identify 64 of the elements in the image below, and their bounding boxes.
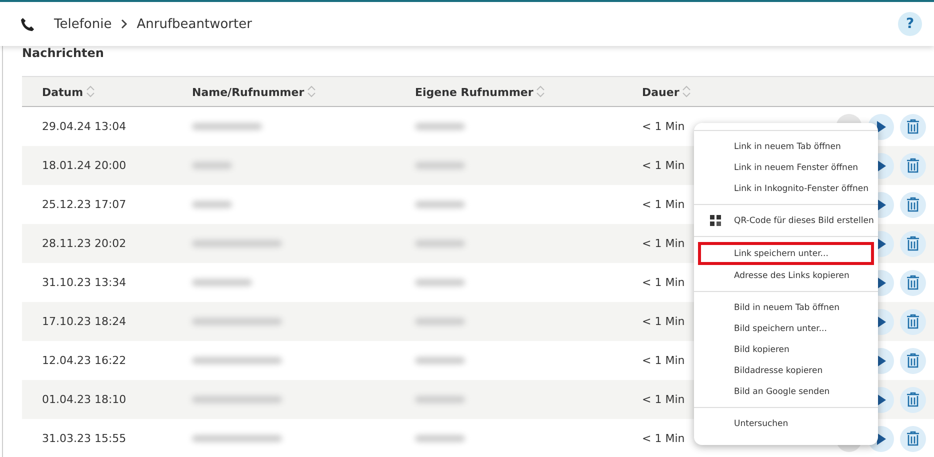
column-header[interactable]: Dauer bbox=[642, 84, 934, 98]
delete-button[interactable] bbox=[900, 230, 926, 256]
date-cell: 25.12.23 17:07 bbox=[42, 198, 126, 211]
trash-icon bbox=[907, 158, 919, 173]
menu-item[interactable]: Bild speichern unter... bbox=[698, 318, 874, 339]
delete-button[interactable] bbox=[900, 348, 926, 374]
date-cell: 31.10.23 13:34 bbox=[42, 276, 126, 289]
phone-icon bbox=[20, 16, 35, 32]
duration-cell: < 1 Min bbox=[642, 432, 685, 445]
sort-icon bbox=[307, 84, 316, 98]
trash-icon bbox=[907, 353, 919, 368]
menu-item[interactable]: Link speichern unter... bbox=[698, 242, 874, 265]
section-title: Nachrichten bbox=[22, 46, 105, 60]
delete-button[interactable] bbox=[900, 114, 926, 140]
column-header[interactable]: Eigene Rufnummer bbox=[415, 84, 642, 98]
duration-cell: < 1 Min bbox=[642, 237, 685, 250]
trash-icon bbox=[907, 275, 919, 290]
menu-item[interactable]: QR-Code für dieses Bild erstellen bbox=[698, 210, 874, 231]
delete-button[interactable] bbox=[900, 192, 926, 218]
delete-button[interactable] bbox=[900, 308, 926, 334]
menu-item[interactable]: Bild kopieren bbox=[698, 339, 874, 360]
trash-icon bbox=[907, 236, 919, 251]
menu-item[interactable]: Bild an Google senden bbox=[698, 381, 874, 402]
date-cell: 12.04.23 16:22 bbox=[42, 354, 126, 367]
column-header[interactable]: Name/Rufnummer bbox=[192, 84, 415, 98]
delete-button[interactable] bbox=[900, 386, 926, 412]
menu-item[interactable]: Bildadresse kopieren bbox=[698, 360, 874, 381]
sort-icon bbox=[682, 84, 692, 98]
column-header[interactable]: Datum bbox=[42, 84, 192, 98]
trash-icon bbox=[907, 392, 919, 407]
chevron-icon bbox=[120, 19, 128, 29]
duration-cell: < 1 Min bbox=[642, 198, 685, 211]
menu-item[interactable]: Link in neuem Fenster öffnen bbox=[698, 157, 874, 178]
menu-item[interactable]: Untersuchen bbox=[698, 413, 874, 434]
breadcrumb-item: Anrufbeantworter bbox=[136, 16, 252, 32]
menu-item[interactable]: Link in neuem Tab öffnen bbox=[698, 136, 874, 157]
date-cell: 01.04.23 18:10 bbox=[42, 393, 126, 406]
sort-icon bbox=[86, 84, 96, 98]
play-icon bbox=[876, 120, 886, 132]
date-cell: 29.04.24 13:04 bbox=[42, 120, 126, 133]
trash-icon bbox=[907, 314, 919, 329]
duration-cell: < 1 Min bbox=[642, 276, 685, 289]
date-cell: 17.10.23 18:24 bbox=[42, 315, 126, 328]
date-cell: 28.11.23 20:02 bbox=[42, 237, 126, 250]
breadcrumb-item[interactable]: Telefonie bbox=[54, 16, 112, 32]
menu-item[interactable]: Link in Inkognito-Fenster öffnen bbox=[698, 178, 874, 199]
trash-icon bbox=[907, 431, 919, 446]
delete-button[interactable] bbox=[900, 152, 926, 178]
delete-button[interactable] bbox=[900, 270, 926, 296]
menu-item[interactable]: Adresse des Links kopieren bbox=[698, 265, 874, 286]
help-button[interactable]: ? bbox=[898, 12, 922, 36]
menu-item[interactable]: Bild in neuem Tab öffnen bbox=[698, 297, 874, 318]
duration-cell: < 1 Min bbox=[642, 354, 685, 367]
sort-icon bbox=[536, 84, 546, 98]
date-cell: 18.01.24 20:00 bbox=[42, 159, 126, 172]
trash-icon bbox=[907, 197, 919, 212]
duration-cell: < 1 Min bbox=[642, 315, 685, 328]
delete-button[interactable] bbox=[900, 426, 926, 452]
duration-cell: < 1 Min bbox=[642, 159, 685, 172]
qr-code-icon bbox=[710, 215, 721, 226]
duration-cell: < 1 Min bbox=[642, 393, 685, 406]
trash-icon bbox=[907, 119, 919, 134]
duration-cell: < 1 Min bbox=[642, 120, 685, 133]
date-cell: 31.03.23 15:55 bbox=[42, 432, 126, 445]
